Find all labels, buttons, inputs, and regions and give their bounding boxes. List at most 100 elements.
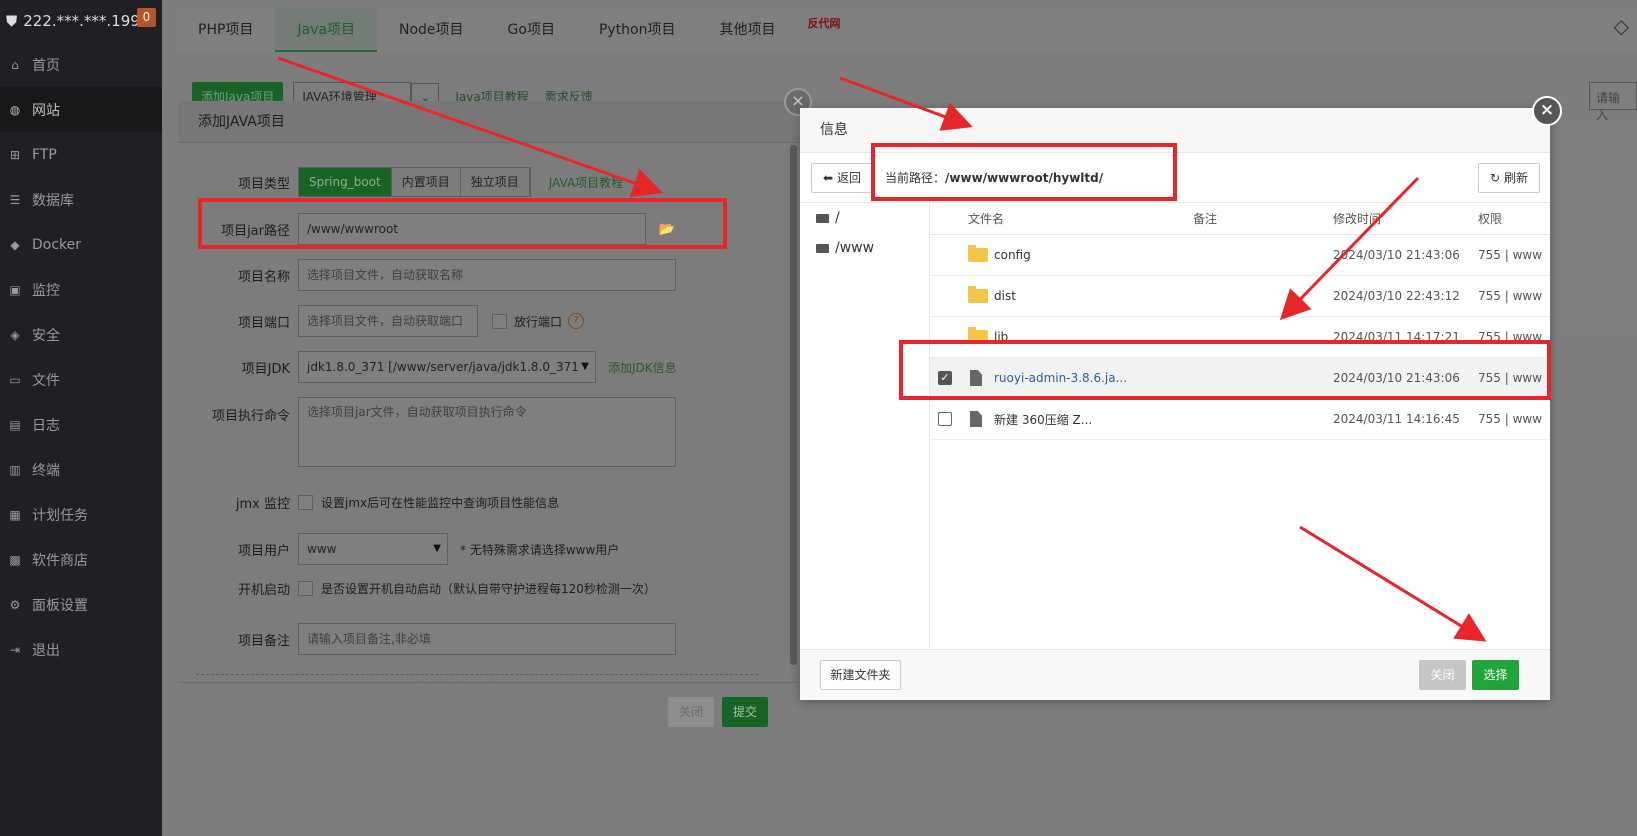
sidebar-item-11[interactable]: ▩ 软件商店 — [0, 537, 162, 582]
file-perm: 755 | www — [1478, 289, 1543, 303]
sidebar-item-12[interactable]: ⚙ 面板设置 — [0, 582, 162, 627]
sidebar-item-label: 首页 — [32, 57, 60, 74]
sidebar: ⛊ 222.***.***.199 0 ⌂ 首页 ◍ 网站 ⊞ FTP ☰ 数据库 ◆ Docke… — [0, 0, 162, 836]
store-icon: ▩ — [9, 552, 21, 567]
sidebar-item-label: 面板设置 — [32, 597, 88, 614]
folder-icon — [968, 286, 988, 303]
sidebar-item-10[interactable]: ▦ 计划任务 — [0, 492, 162, 537]
add-jdk-link[interactable]: 添加JDK信息 — [608, 359, 677, 376]
project-user-select[interactable]: www ▼ — [298, 533, 448, 565]
sidebar-item-8[interactable]: ▤ 日志 — [0, 402, 162, 447]
table-row[interactable]: 新建 360压缩 Z... 2024/03/11 14:16:45 755 | ww… — [930, 399, 1550, 440]
type-builtin[interactable]: 内置项目 — [392, 168, 461, 196]
sidebar-item-label: 计划任务 — [32, 507, 88, 524]
table-header: 文件名 备注 修改时间 权限 — [930, 203, 1550, 235]
tab-5[interactable]: 其他项目 — [698, 8, 798, 52]
diamond-icon[interactable]: ◇ — [1614, 14, 1629, 38]
shield-icon: ◈ — [10, 327, 20, 342]
file-name[interactable]: config — [994, 235, 1184, 275]
file-icon — [970, 411, 982, 427]
drive-list: / /www — [800, 203, 930, 649]
release-port-checkbox[interactable] — [492, 313, 507, 329]
annotation-box-jar-path — [198, 198, 727, 249]
sidebar-item-label: 文件 — [32, 372, 60, 389]
project-name-label: 项目名称 — [237, 269, 290, 285]
jdk-select-value: jdk1.8.0_371 [/www/server/java/jdk1.8.0_… — [307, 360, 579, 374]
jmx-checkbox[interactable] — [298, 495, 313, 510]
auto-start-checkbox[interactable] — [298, 581, 313, 596]
table-row[interactable]: config 2024/03/10 21:43:06 755 | www — [930, 235, 1550, 276]
col-filename: 文件名 — [968, 212, 1005, 226]
user-hint: * 无特殊需求请选择www用户 — [460, 542, 620, 557]
file-perm: 755 | www — [1478, 248, 1543, 262]
notification-badge[interactable]: 0 — [137, 8, 156, 27]
sidebar-item-7[interactable]: ▭ 文件 — [0, 357, 162, 402]
docker-icon: ◆ — [10, 237, 20, 252]
file-perm: 755 | www — [1478, 412, 1543, 426]
disk-icon — [816, 243, 829, 253]
project-note-input[interactable]: 请输入项目备注,非必填 — [298, 623, 676, 655]
refresh-button[interactable]: ↻ 刷新 — [1478, 163, 1540, 193]
row-checkbox[interactable] — [938, 412, 952, 426]
project-name-input[interactable]: 选择项目文件，自动获取名称 — [298, 259, 676, 291]
sidebar-item-4[interactable]: ◆ Docker — [0, 222, 162, 267]
tab-0[interactable]: PHP项目 — [176, 8, 275, 52]
file-mtime: 2024/03/11 14:16:45 — [1333, 412, 1460, 426]
sidebar-item-label: 监控 — [32, 282, 60, 299]
project-port-label: 项目端口 — [237, 315, 290, 331]
promo-link[interactable]: 反代网 — [798, 8, 851, 52]
search-input[interactable]: 请输入 — [1589, 82, 1637, 122]
sidebar-item-2[interactable]: ⊞ FTP — [0, 132, 162, 177]
sidebar-item-6[interactable]: ◈ 安全 — [0, 312, 162, 357]
sidebar-item-1[interactable]: ◍ 网站 — [0, 87, 162, 132]
drive-item[interactable]: / — [800, 203, 929, 233]
java-project-tutorial-link[interactable]: JAVA项目教程 — [549, 174, 623, 191]
file-name[interactable]: dist — [994, 276, 1184, 316]
dialog-scrollbar[interactable] — [790, 145, 797, 665]
sidebar-item-3[interactable]: ☰ 数据库 — [0, 177, 162, 222]
cron-icon: ▦ — [9, 507, 21, 522]
dialog-footer: 关闭 提交 — [178, 682, 798, 742]
help-icon[interactable]: ? — [568, 313, 585, 329]
back-button[interactable]: ⬅ 返回 — [811, 163, 873, 193]
project-user-label: 项目用户 — [237, 543, 290, 559]
table-row[interactable]: dist 2024/03/10 22:43:12 755 | www — [930, 276, 1550, 317]
sidebar-item-label: FTP — [32, 146, 57, 163]
sidebar-item-0[interactable]: ⌂ 首页 — [0, 42, 162, 87]
dialog-title: 添加JAVA项目 — [178, 101, 798, 143]
exec-command-textarea[interactable]: 选择项目jar文件，自动获取项目执行命令 — [298, 397, 676, 467]
sidebar-item-label: 日志 — [32, 417, 60, 434]
sidebar-item-label: 安全 — [32, 327, 60, 344]
sidebar-item-13[interactable]: ⇥ 退出 — [0, 627, 162, 672]
file-mtime: 2024/03/10 21:43:06 — [1333, 248, 1460, 262]
triangle-down-icon: ▼ — [433, 543, 441, 554]
terminal-icon: ▥ — [9, 462, 21, 477]
project-port-input[interactable]: 选择项目文件，自动获取端口 — [298, 305, 478, 337]
sidebar-item-label: Docker — [32, 236, 82, 253]
sidebar-item-5[interactable]: ▣ 监控 — [0, 267, 162, 312]
close-button[interactable]: 关闭 — [668, 697, 715, 727]
tab-2[interactable]: Node项目 — [377, 8, 486, 52]
new-folder-button[interactable]: 新建文件夹 — [820, 660, 901, 690]
tab-3[interactable]: Go项目 — [486, 8, 577, 52]
file-table: 文件名 备注 修改时间 权限 config 2024/03/10 21:43:06… — [930, 203, 1550, 440]
select-button[interactable]: 选择 — [1472, 660, 1519, 690]
tab-1[interactable]: Java项目 — [275, 8, 377, 52]
picker-close-button[interactable]: 关闭 — [1419, 660, 1466, 690]
tab-4[interactable]: Python项目 — [577, 8, 698, 52]
drive-label: /www — [835, 240, 875, 256]
submit-button[interactable]: 提交 — [722, 697, 769, 727]
sidebar-item-9[interactable]: ▥ 终端 — [0, 447, 162, 492]
picker-close-icon[interactable]: × — [1532, 96, 1562, 126]
type-spring-boot[interactable]: Spring_boot — [299, 168, 392, 196]
drive-item[interactable]: /www — [800, 233, 929, 263]
file-name[interactable]: 新建 360压缩 Z... — [994, 399, 1184, 439]
sidebar-item-label: 终端 — [32, 462, 60, 479]
logout-icon: ⇥ — [9, 642, 21, 657]
database-icon: ☰ — [9, 192, 21, 207]
project-note-label: 项目备注 — [237, 633, 290, 649]
type-standalone[interactable]: 独立项目 — [461, 168, 530, 196]
user-select-value: www — [307, 542, 337, 556]
sidebar-item-label: 数据库 — [32, 192, 74, 209]
jdk-select[interactable]: jdk1.8.0_371 [/www/server/java/jdk1.8.0_… — [298, 351, 596, 383]
